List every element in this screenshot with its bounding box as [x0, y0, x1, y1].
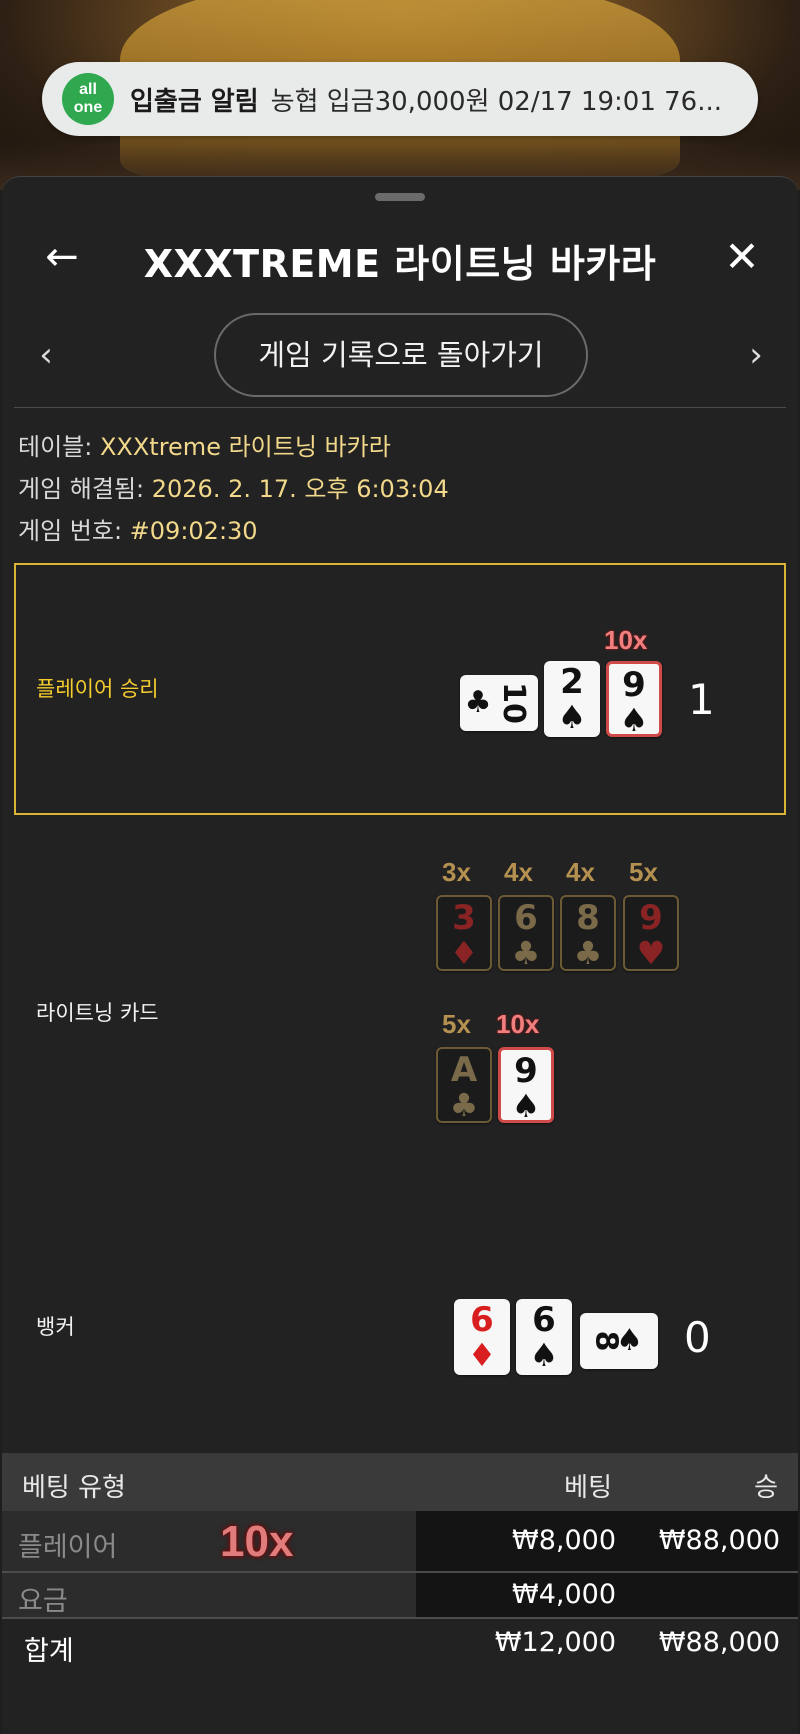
card-suit: ♦: [467, 1336, 497, 1374]
lightning-card: 8 ♣: [560, 895, 616, 971]
bet-table-header: 베팅 유형 베팅 승: [2, 1453, 798, 1511]
card-suit: ♣: [573, 934, 603, 972]
card-rank: 9: [622, 665, 646, 705]
card-suit: ♠: [619, 701, 649, 739]
info-resolved-value: 2026. 2. 17. 오후 6:03:04: [151, 475, 449, 503]
card-rank: 6: [514, 898, 538, 938]
info-table: 테이블: XXXtreme 라이트닝 바카라: [18, 427, 391, 462]
lightning-multiplier: 10x: [496, 1009, 540, 1039]
card-rank: 8: [588, 1330, 624, 1352]
info-table-value: XXXtreme 라이트닝 바카라: [99, 433, 391, 461]
bet-row-fee: 요금 ₩4,000: [2, 1573, 798, 1617]
card-rank: 10: [495, 682, 531, 724]
player-card-2: 2 ♠: [544, 661, 600, 737]
bet-multiplier: 10x: [220, 1517, 294, 1566]
win-amount: ₩88,000: [658, 1525, 780, 1556]
card-suit: ♣: [449, 1086, 479, 1124]
push-notification[interactable]: all one 입출금 알림 농협 입금30,000원 02/17 19:01 …: [42, 62, 758, 136]
card-rank: 6: [532, 1300, 556, 1340]
page-title: XXXTREME 라이트닝 바카라: [143, 242, 657, 286]
player-hand-panel: 플레이어 승리 ♣ 10 2 ♠ 10x 9 ♠ 1: [14, 563, 786, 815]
card-suit: ♦: [449, 934, 479, 972]
player-score: 1: [688, 675, 715, 724]
card-rank: 3: [452, 898, 476, 938]
divider: [14, 407, 786, 408]
allone-app-icon: all one: [62, 73, 114, 125]
banker-card-3: 8♠: [580, 1313, 658, 1369]
card-suit: ♠: [511, 1087, 541, 1125]
card-rank: 2: [560, 662, 584, 702]
card-suit: ♠: [557, 698, 587, 736]
card-rank: A: [450, 1050, 478, 1090]
bet-amount: ₩8,000: [512, 1525, 616, 1556]
card-rank: 6: [470, 1300, 494, 1340]
lightning-card: 6 ♣: [498, 895, 554, 971]
total-win: ₩88,000: [658, 1627, 780, 1658]
back-to-history-button[interactable]: 게임 기록으로 돌아가기: [214, 313, 588, 397]
info-game-number: 게임 번호: #09:02:30: [18, 511, 258, 546]
player-card-1: ♣ 10: [460, 675, 538, 731]
card-suit: ♥: [636, 934, 666, 972]
total-label: 합계: [24, 1636, 74, 1667]
bet-row-player: 플레이어 10x ₩8,000 ₩88,000: [2, 1511, 798, 1571]
lightning-card: 3 ♦: [436, 895, 492, 971]
chevron-right-icon[interactable]: ›: [738, 335, 774, 375]
chevron-left-icon[interactable]: ‹: [28, 335, 64, 375]
lightning-multiplier: 5x: [629, 857, 658, 887]
lightning-multiplier: 4x: [504, 857, 533, 887]
banker-label: 뱅커: [36, 1315, 75, 1339]
lightning-multiplier: 4x: [566, 857, 595, 887]
lightning-card: 9 ♥: [623, 895, 679, 971]
lightning-multiplier: 3x: [442, 857, 471, 887]
total-bet: ₩12,000: [494, 1627, 616, 1658]
card-rank: 9: [639, 898, 663, 938]
info-number-label: 게임 번호:: [18, 517, 130, 545]
info-table-label: 테이블:: [18, 433, 100, 461]
notification-body: 농협 입금30,000원 02/17 19:01 76...: [270, 86, 723, 117]
card-rank: 9: [514, 1051, 538, 1091]
player-result-label: 플레이어 승리: [36, 677, 159, 701]
card-rank: 8: [576, 898, 600, 938]
header-bet-type: 베팅 유형: [22, 1473, 126, 1503]
card-suit: ♠: [529, 1336, 559, 1374]
player-card-multiplier: 10x: [604, 625, 648, 655]
banker-card-1: 6 ♦: [454, 1299, 510, 1375]
header-win: 승: [754, 1473, 778, 1503]
banker-card-2: 6 ♠: [516, 1299, 572, 1375]
card-suit: ♣: [511, 934, 541, 972]
bet-row-total: 합계 ₩12,000 ₩88,000: [2, 1619, 798, 1679]
bet-type: 요금: [18, 1586, 68, 1617]
info-number-value: #09:02:30: [129, 517, 258, 545]
bet-amount: ₩4,000: [512, 1579, 616, 1610]
close-icon[interactable]: ✕: [720, 235, 764, 279]
banker-score: 0: [684, 1313, 711, 1362]
notification-title: 입출금 알림: [130, 86, 259, 117]
info-resolved-label: 게임 해결됨:: [18, 475, 152, 503]
app-icon-text: all one: [73, 81, 103, 116]
lightning-multiplier: 5x: [442, 1009, 471, 1039]
lightning-card: A ♣: [436, 1047, 492, 1123]
drag-handle[interactable]: [375, 193, 425, 201]
player-card-3: 9 ♠: [606, 661, 662, 737]
lightning-label: 라이트닝 카드: [36, 1001, 159, 1025]
lightning-card: 9 ♠: [498, 1047, 554, 1123]
header-bet: 베팅: [564, 1473, 612, 1503]
history-nav: ‹ 게임 기록으로 돌아가기 ›: [2, 313, 798, 399]
sheet-header: ← XXXTREME 라이트닝 바카라 ✕: [2, 217, 798, 307]
info-resolved: 게임 해결됨: 2026. 2. 17. 오후 6:03:04: [18, 469, 449, 504]
bet-type: 플레이어: [18, 1532, 118, 1563]
